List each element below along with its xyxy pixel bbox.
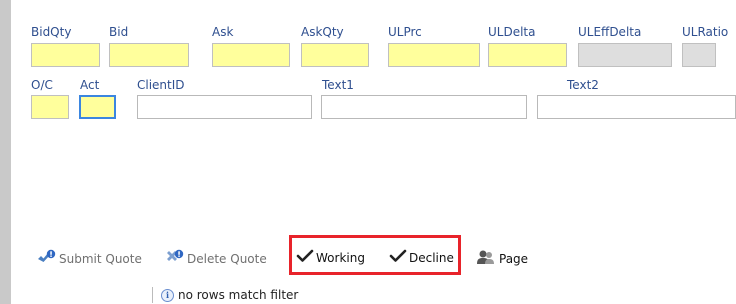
status-divider — [152, 287, 153, 303]
label-uldelta: ULDelta — [488, 25, 536, 39]
label-ulratio: ULRatio — [682, 25, 729, 39]
label-ask: Ask — [212, 25, 234, 39]
clientid-field[interactable] — [137, 95, 312, 119]
working-button[interactable]: Working — [296, 249, 365, 266]
submit-quote-icon — [37, 249, 57, 268]
working-label: Working — [316, 250, 365, 265]
label-text2: Text2 — [567, 78, 599, 92]
label-oc: O/C — [31, 78, 53, 92]
page-person-icon — [475, 249, 497, 268]
ulratio-field — [682, 43, 716, 67]
submit-quote-label: Submit Quote — [59, 251, 142, 266]
askqty-field[interactable] — [301, 43, 369, 67]
submit-quote-button[interactable]: Submit Quote — [37, 249, 142, 268]
uleffdelta-field — [578, 43, 672, 67]
decline-label: Decline — [409, 250, 454, 265]
bid-field[interactable] — [109, 43, 189, 67]
oc-field[interactable] — [31, 95, 69, 119]
label-askqty: AskQty — [301, 25, 344, 39]
label-text1: Text1 — [322, 78, 354, 92]
checkmark-icon — [296, 249, 314, 266]
label-ulprc: ULPrc — [388, 25, 422, 39]
left-panel-rail — [0, 0, 11, 304]
ulprc-field[interactable] — [388, 43, 480, 67]
status-bar: i no rows match filter — [152, 287, 298, 303]
quote-entry-panel: BidQty Bid Ask AskQty ULPrc ULDelta ULEf… — [0, 0, 736, 304]
page-button[interactable]: Page — [475, 249, 528, 268]
page-label: Page — [499, 251, 529, 266]
label-uleffdelta: ULEffDelta — [578, 25, 642, 39]
checkmark-icon — [389, 249, 407, 266]
label-bid: Bid — [109, 25, 129, 39]
ask-field[interactable] — [212, 43, 290, 67]
bidqty-field[interactable] — [31, 43, 100, 67]
label-bidqty: BidQty — [31, 25, 72, 39]
label-act: Act — [80, 78, 100, 92]
act-field[interactable] — [79, 95, 116, 119]
decline-button[interactable]: Decline — [389, 249, 454, 266]
label-clientid: ClientID — [137, 78, 185, 92]
uldelta-field[interactable] — [488, 43, 567, 67]
delete-quote-button[interactable]: Delete Quote — [165, 249, 267, 268]
text1-field[interactable] — [321, 95, 527, 119]
info-icon: i — [161, 288, 174, 302]
text2-field[interactable] — [537, 95, 736, 119]
delete-quote-label: Delete Quote — [187, 251, 267, 266]
delete-quote-icon — [165, 249, 185, 268]
status-message: no rows match filter — [178, 288, 299, 302]
